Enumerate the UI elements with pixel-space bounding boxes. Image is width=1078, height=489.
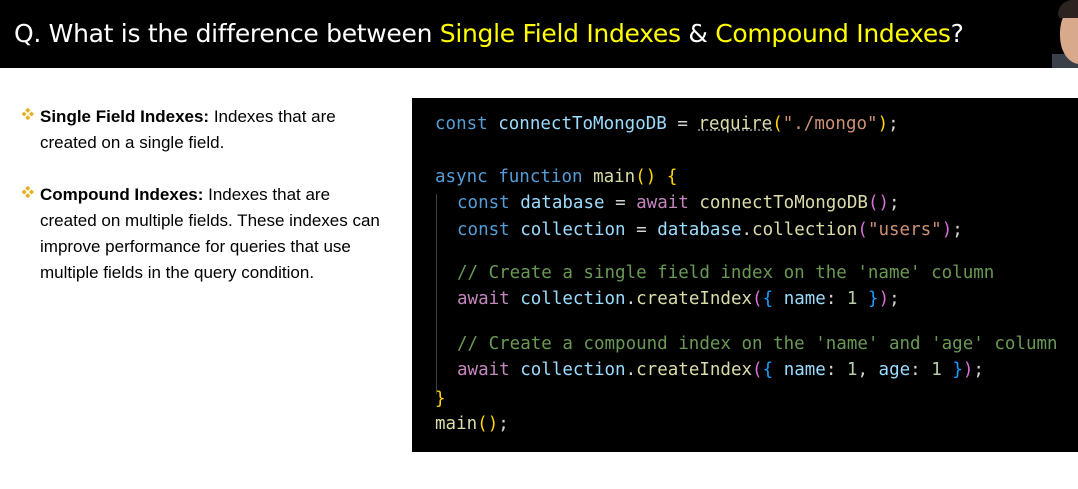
bullet-single-field: Single Field Indexes: Indexes that are c… <box>20 104 390 156</box>
code-line-10: main(); <box>435 414 509 434</box>
title-highlight-single-field: Single Field Indexes <box>439 19 681 48</box>
bullet-list: Single Field Indexes: Indexes that are c… <box>20 104 390 312</box>
four-diamond-bullet-icon <box>22 186 34 198</box>
bullet-term: Single Field Indexes: <box>40 107 210 126</box>
code-line-2: async function main() { <box>435 167 678 187</box>
title-prefix: Q. What is the difference between <box>14 19 440 48</box>
presenter-avatar <box>1052 0 1078 68</box>
code-line-4: const collection = database.collection("… <box>457 220 963 240</box>
bullet-compound: Compound Indexes: Indexes that are creat… <box>20 182 390 286</box>
code-line-8: await collection.createIndex({ name: 1, … <box>457 360 984 380</box>
title-suffix: ? <box>950 19 964 48</box>
four-diamond-bullet-icon <box>22 108 34 120</box>
code-line-3: const database = await connectToMongoDB(… <box>457 193 900 213</box>
code-line-1: const connectToMongoDB = require("./mong… <box>435 114 899 134</box>
indent-guide <box>436 194 437 394</box>
code-line-6: await collection.createIndex({ name: 1 }… <box>457 289 900 309</box>
title-bar: Q. What is the difference between Single… <box>0 0 1078 68</box>
title-connector: & <box>680 19 716 48</box>
page-title: Q. What is the difference between Single… <box>14 17 964 51</box>
code-block: const connectToMongoDB = require("./mong… <box>412 98 1078 452</box>
code-line-9: } <box>435 389 446 409</box>
code-line-7: // Create a compound index on the 'name'… <box>457 334 1058 354</box>
title-highlight-compound: Compound Indexes <box>715 19 951 48</box>
bullet-term: Compound Indexes: <box>40 185 204 204</box>
code-line-5: // Create a single field index on the 'n… <box>457 263 995 283</box>
